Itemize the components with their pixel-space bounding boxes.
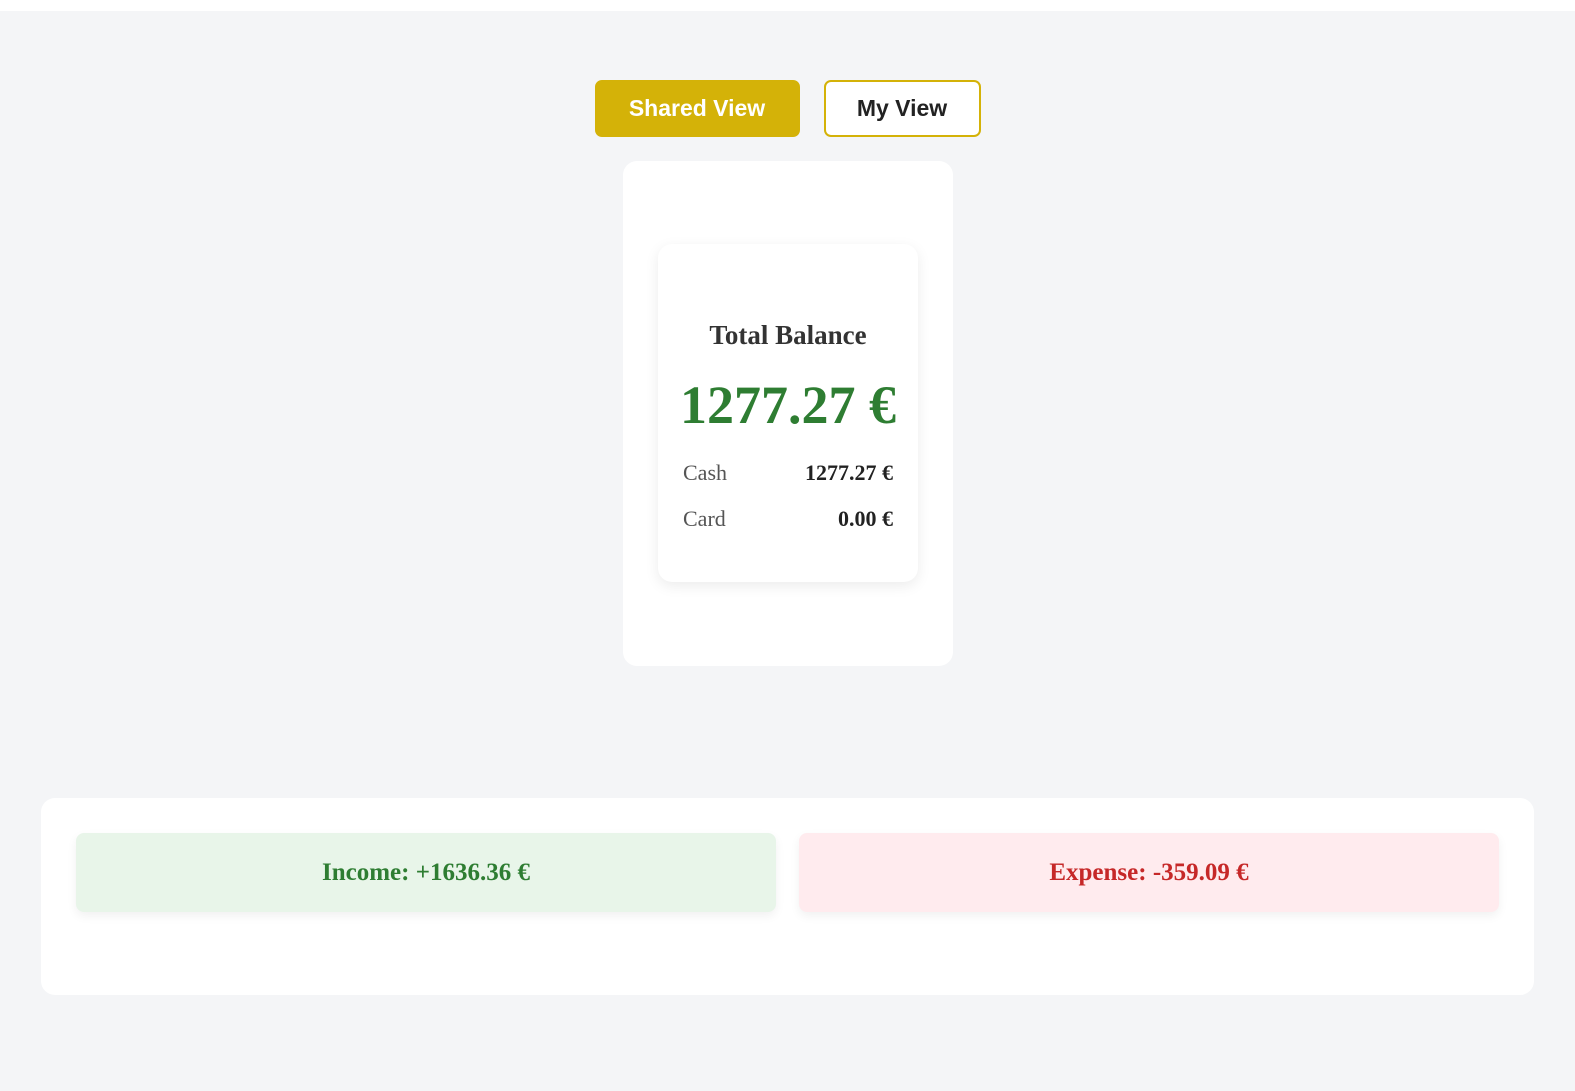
page: Shared View My View Total Balance 1277.2… (0, 0, 1575, 1091)
cash-value: 1277.27 € (805, 460, 893, 485)
balance-panel: Total Balance 1277.27 € Cash 1277.27 € C… (623, 161, 953, 666)
income-summary: Income: +1636.36 € (76, 833, 776, 912)
tab-my-view[interactable]: My View (823, 80, 981, 137)
summary-panel: Income: +1636.36 € Expense: -359.09 € (41, 798, 1534, 995)
expense-summary: Expense: -359.09 € (799, 833, 1499, 912)
view-tabs: Shared View My View (0, 80, 1575, 137)
card-label: Card (683, 506, 726, 531)
balance-title: Total Balance (709, 320, 867, 350)
cash-row: Cash 1277.27 € (683, 460, 893, 486)
balance-card: Total Balance 1277.27 € Cash 1277.27 € C… (658, 244, 918, 582)
tab-shared-view[interactable]: Shared View (594, 80, 800, 137)
cash-label: Cash (683, 460, 727, 485)
top-strip (0, 0, 1575, 11)
balance-amount: 1277.27 € (680, 375, 896, 435)
card-value: 0.00 € (838, 506, 893, 531)
card-row: Card 0.00 € (683, 506, 893, 532)
